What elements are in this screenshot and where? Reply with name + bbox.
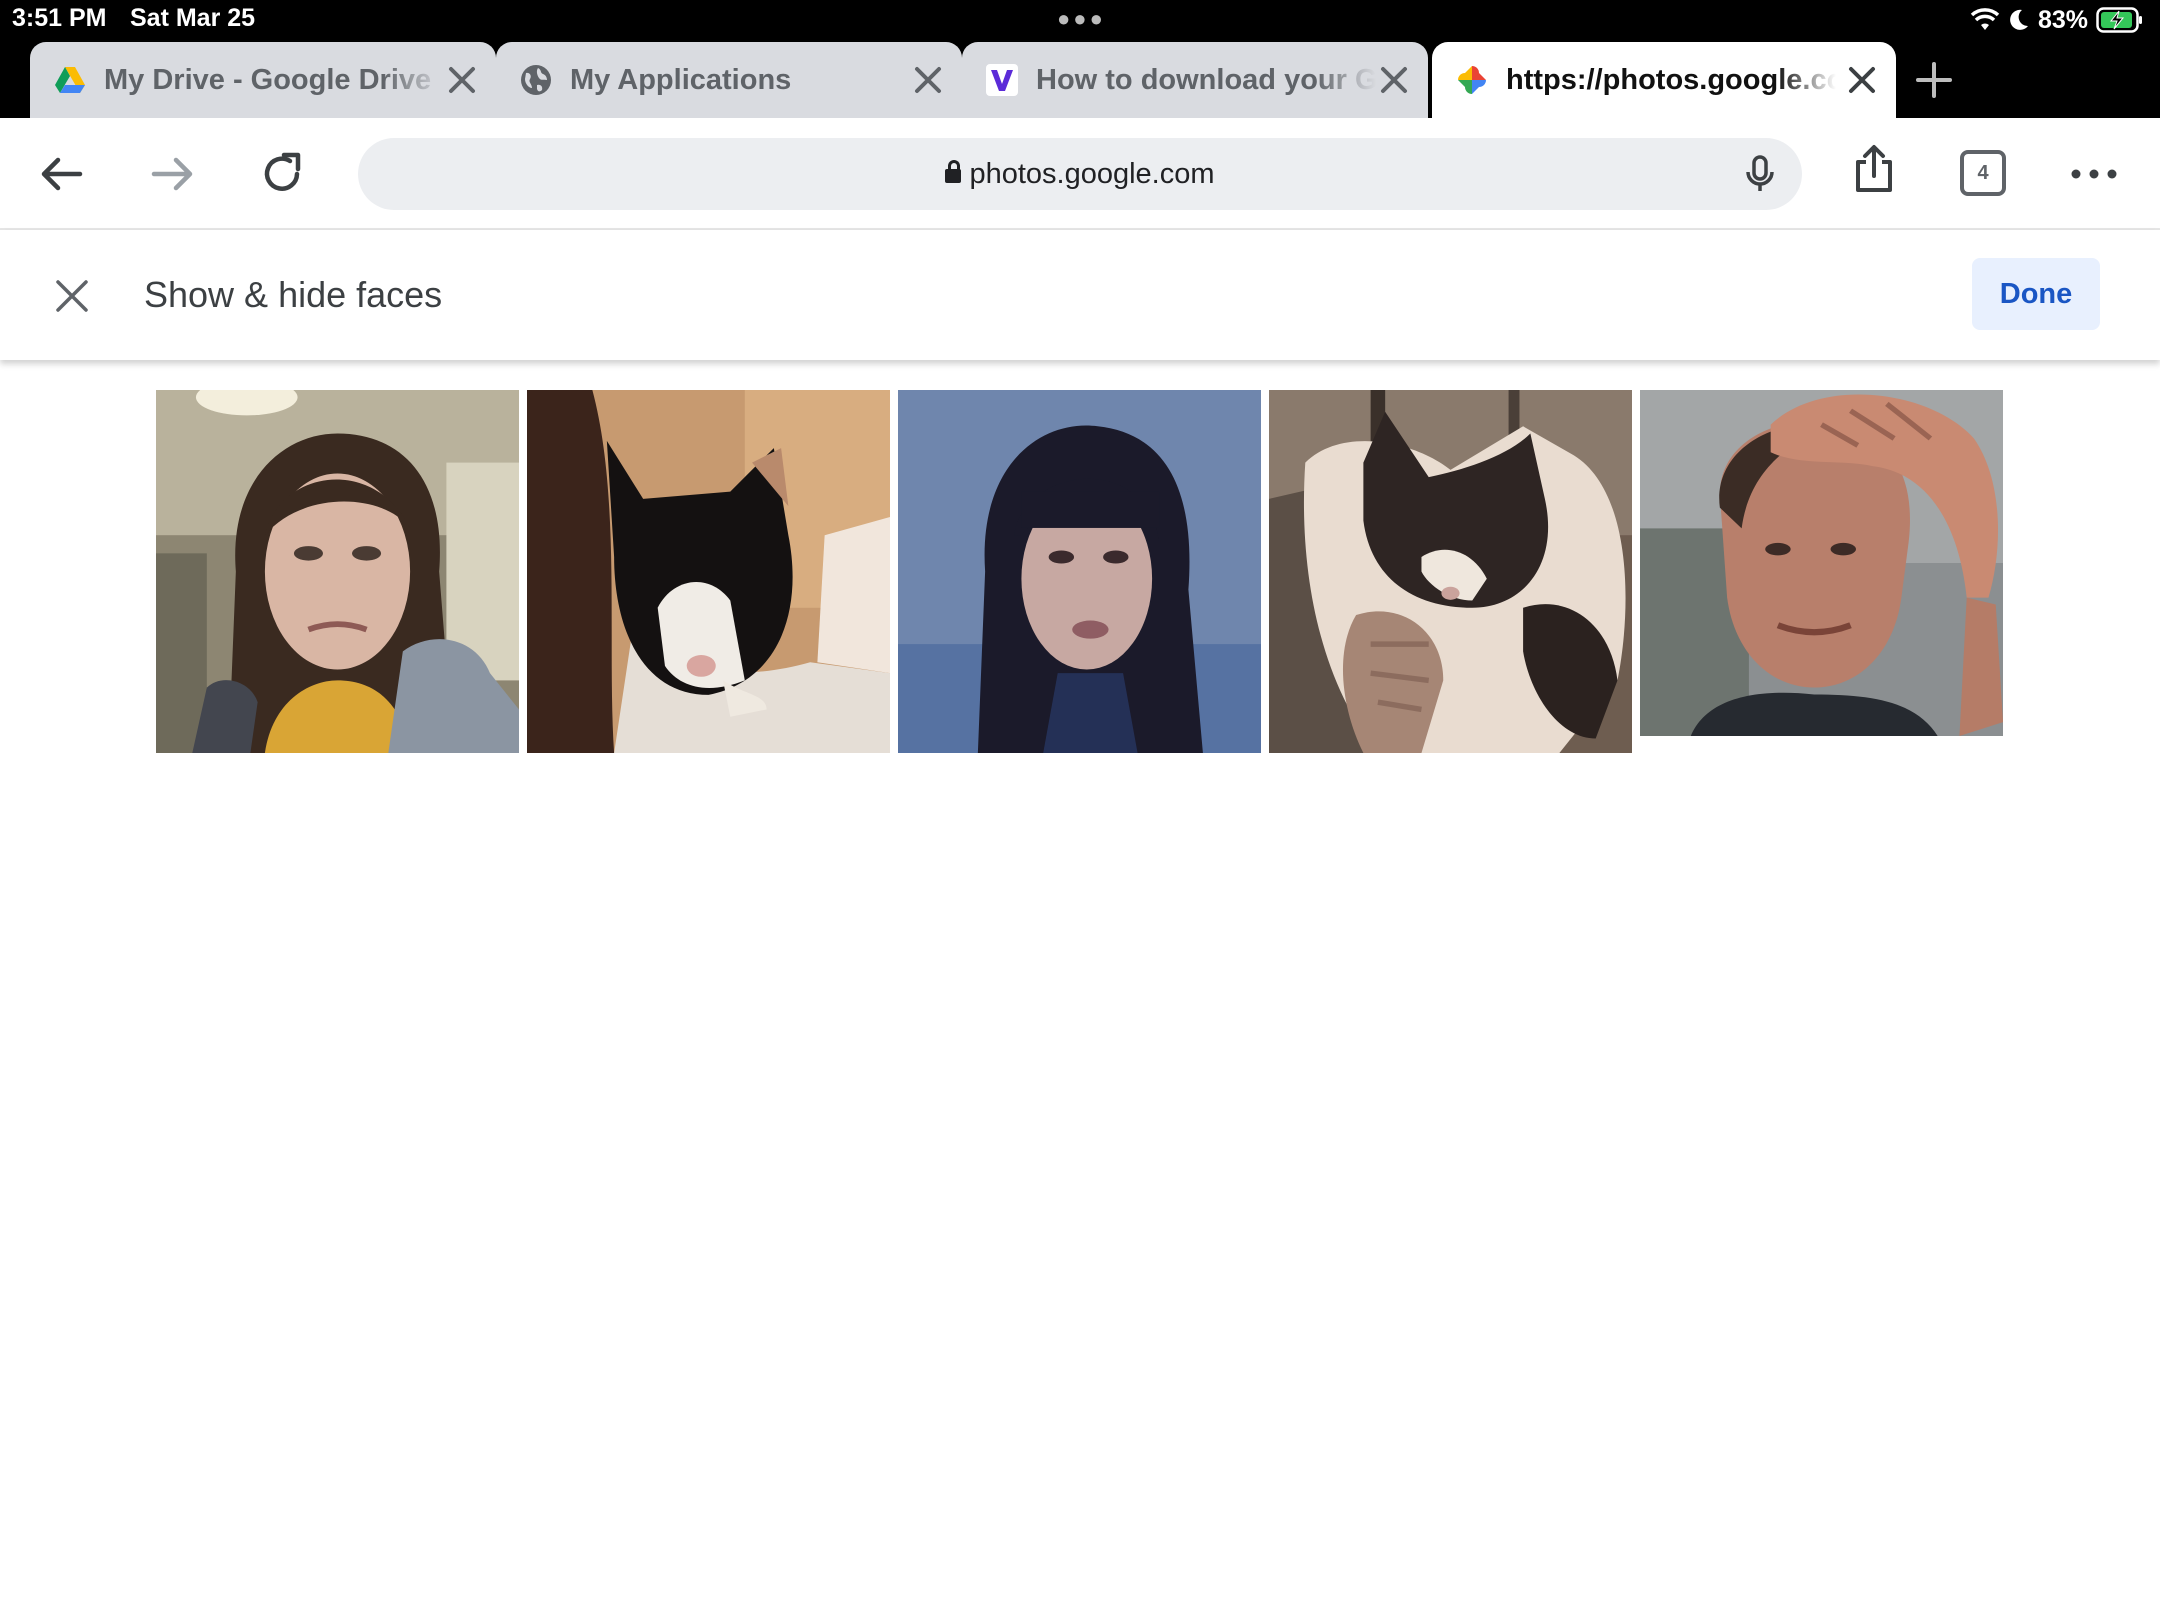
tab-title: https://photos.google.com (1506, 64, 1836, 96)
globe-icon (521, 65, 551, 95)
url-display[interactable]: photos.google.com (358, 158, 1802, 191)
moon-icon (2010, 9, 2028, 30)
back-arrow-icon[interactable] (36, 148, 88, 200)
tab-title: How to download your G (1036, 64, 1376, 96)
close-tab-icon[interactable] (910, 62, 946, 98)
reload-icon[interactable] (256, 148, 308, 200)
close-tab-icon[interactable] (1844, 62, 1880, 98)
status-bar: 3:51 PM Sat Mar 25 ●●● 83% (0, 0, 2160, 40)
close-tab-icon[interactable] (444, 62, 480, 98)
faces-header: Show & hide faces Done (0, 230, 2160, 360)
status-right: 83% (1970, 3, 2144, 37)
forward-arrow-icon[interactable] (146, 148, 198, 200)
tab-bar: My Drive - Google Drive My Applications … (0, 40, 2160, 118)
multitasking-dots-icon[interactable]: ●●● (1057, 6, 1106, 32)
face-woman-dark-hair (898, 390, 1261, 753)
face-thumbnail[interactable] (1640, 390, 2003, 736)
battery-charging-icon (2096, 7, 2142, 33)
share-icon[interactable] (1848, 144, 1900, 196)
microphone-icon[interactable] (1738, 152, 1782, 196)
tab-google-photos[interactable]: https://photos.google.com (1432, 42, 1896, 118)
lock-icon (945, 160, 962, 183)
face-woman-brown-hair (156, 390, 519, 753)
face-man-hand-on-head (1640, 390, 2003, 736)
new-tab-plus-icon[interactable] (1912, 58, 1956, 102)
face-black-white-cat (527, 390, 890, 753)
status-date: Sat Mar 25 (130, 4, 256, 32)
face-thumbnail[interactable] (1269, 390, 1632, 753)
tab-how-to-download[interactable]: How to download your G (962, 42, 1428, 118)
face-thumbnail[interactable] (156, 390, 519, 753)
faces-grid (156, 390, 2004, 754)
status-time: 3:51 PM (12, 4, 107, 32)
tab-my-applications[interactable]: My Applications (496, 42, 962, 118)
google-photos-icon (1458, 66, 1486, 94)
close-tab-icon[interactable] (1376, 62, 1412, 98)
wifi-icon (1970, 8, 2000, 30)
browser-toolbar: photos.google.com 4 (0, 118, 2160, 230)
tab-switcher-button[interactable]: 4 (1960, 150, 2006, 196)
more-options-icon[interactable] (2068, 148, 2120, 200)
address-bar[interactable]: photos.google.com (358, 138, 1802, 210)
tab-title: My Drive - Google Drive (104, 64, 432, 96)
tab-google-drive[interactable]: My Drive - Google Drive (30, 42, 496, 118)
battery-percent: 83% (2037, 5, 2088, 34)
face-thumbnail[interactable] (527, 390, 890, 753)
v-logo-icon (986, 64, 1018, 96)
done-button[interactable]: Done (1972, 258, 2100, 330)
url-text: photos.google.com (969, 158, 1215, 190)
face-thumbnail[interactable] (898, 390, 1261, 753)
close-icon[interactable] (48, 272, 96, 320)
google-drive-icon (55, 67, 85, 93)
page-title: Show & hide faces (144, 274, 443, 315)
face-ragdoll-cat (1269, 390, 1632, 753)
tab-title: My Applications (570, 64, 792, 96)
